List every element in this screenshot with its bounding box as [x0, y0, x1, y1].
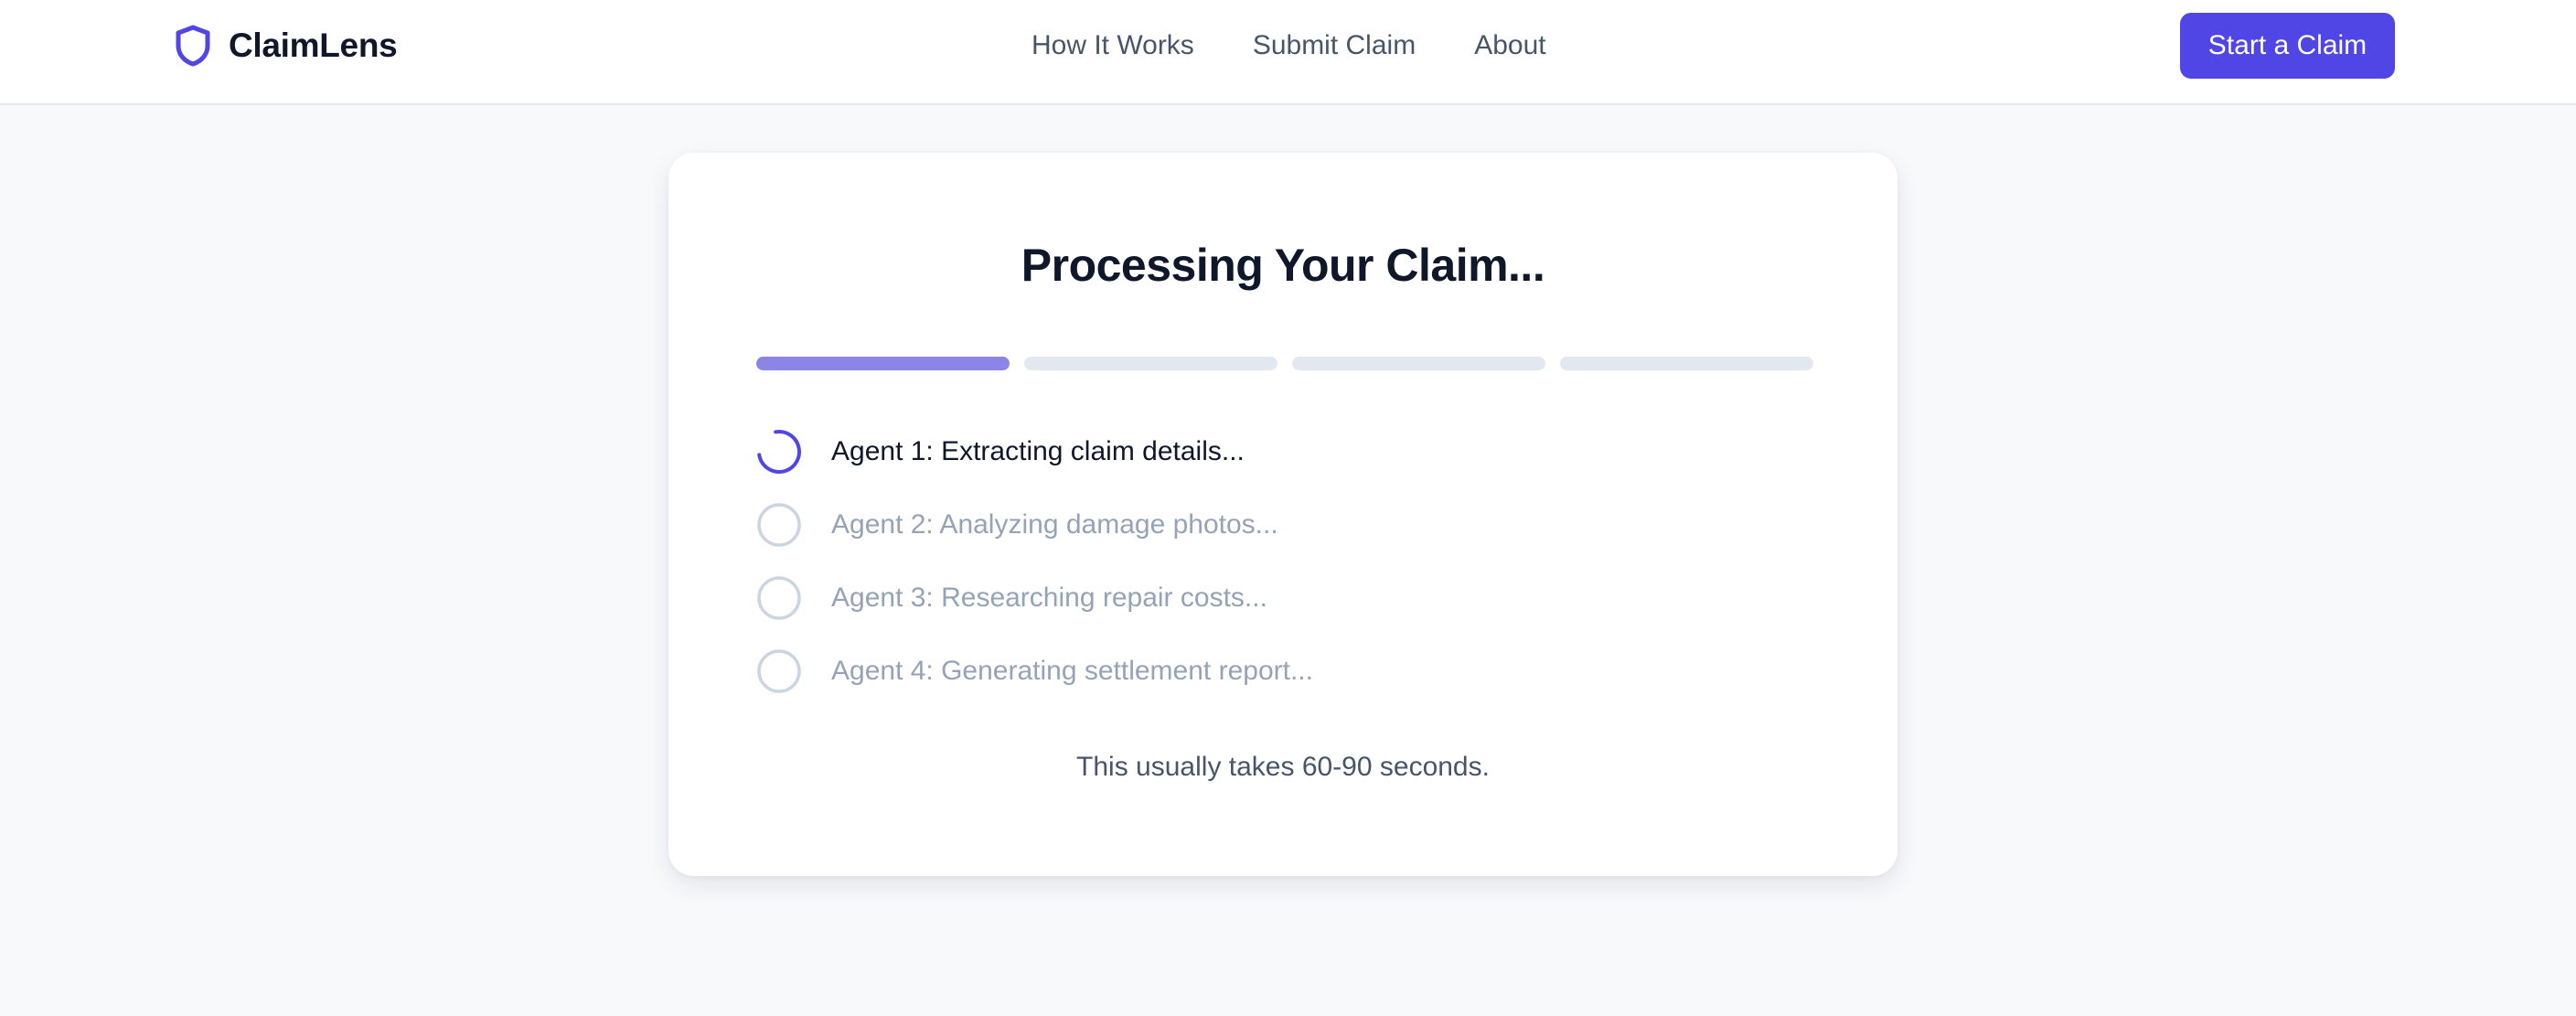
start-claim-button[interactable]: Start a Claim — [2180, 13, 2395, 79]
pending-circle-icon — [757, 649, 801, 693]
agent-step-label: Agent 1: Extracting claim details... — [831, 436, 1245, 466]
top-navbar: ClaimLens How It Works Submit Claim Abou… — [0, 0, 2576, 105]
processing-card: Processing Your Claim... Agent 1: Extrac… — [668, 153, 1897, 876]
pending-circle-icon — [757, 576, 801, 620]
nav-link-about[interactable]: About — [1474, 26, 1545, 66]
nav-link-submit-claim[interactable]: Submit Claim — [1253, 26, 1416, 66]
page-title: Processing Your Claim... — [1021, 240, 1545, 291]
agent-step-3: Agent 3: Researching repair costs... — [756, 575, 1313, 621]
duration-note: This usually takes 60-90 seconds. — [1076, 752, 1490, 782]
agent-step-list: Agent 1: Extracting claim details... Age… — [756, 429, 1313, 722]
progress-bar — [756, 357, 1813, 370]
progress-segment — [756, 357, 1010, 370]
agent-step-2: Agent 2: Analyzing damage photos... — [756, 502, 1313, 548]
brand-name: ClaimLens — [229, 27, 398, 64]
agent-step-1: Agent 1: Extracting claim details... — [756, 429, 1313, 475]
spinner-icon — [757, 430, 801, 474]
nav-link-how-it-works[interactable]: How It Works — [1031, 26, 1194, 66]
progress-segment — [1560, 357, 1813, 370]
agent-step-4: Agent 4: Generating settlement report... — [756, 648, 1313, 694]
agent-step-label: Agent 4: Generating settlement report... — [831, 656, 1313, 686]
progress-segment — [1024, 357, 1277, 370]
pending-circle-icon — [757, 503, 801, 547]
agent-step-label: Agent 2: Analyzing damage photos... — [831, 509, 1278, 540]
shield-icon — [176, 25, 210, 67]
progress-segment — [1292, 357, 1545, 370]
brand-logo[interactable]: ClaimLens — [174, 22, 398, 70]
agent-step-label: Agent 3: Researching repair costs... — [831, 583, 1267, 613]
main-nav: How It Works Submit Claim About — [1031, 26, 1546, 66]
